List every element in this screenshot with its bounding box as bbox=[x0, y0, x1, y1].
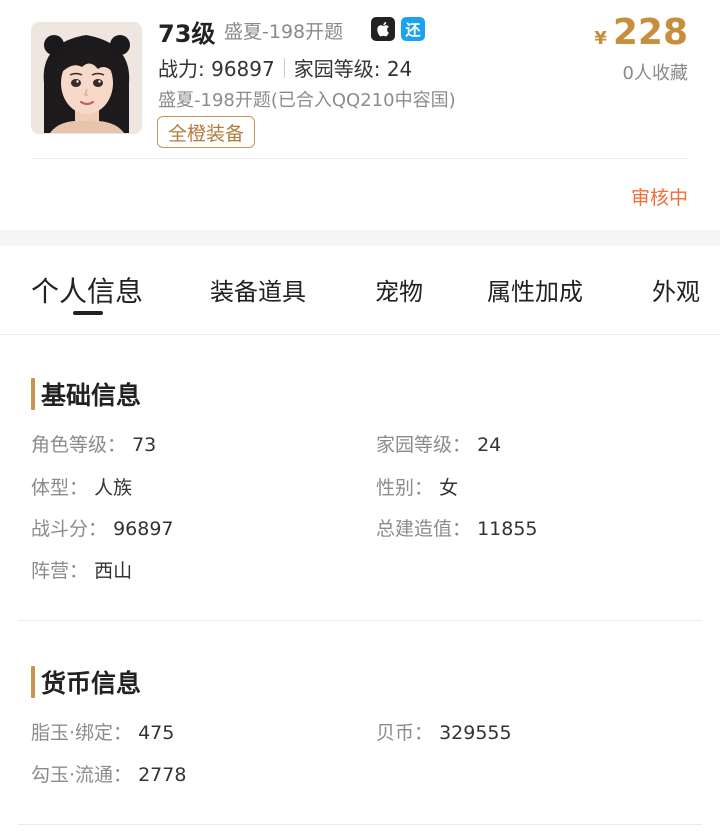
currency-symbol: ¥ bbox=[594, 28, 607, 49]
field-value: 24 bbox=[477, 434, 502, 456]
return-badge: 还 bbox=[401, 17, 425, 41]
field-label: 勾玉·流通： bbox=[31, 764, 133, 786]
tab-appearance[interactable]: 外观 bbox=[652, 272, 700, 307]
field-shell-coin: 贝币： 329555 bbox=[376, 718, 512, 745]
field-value: 2778 bbox=[138, 764, 187, 786]
field-label: 体型： bbox=[31, 477, 89, 499]
power-line: 战力: 96897 家园等级: 24 bbox=[158, 53, 412, 82]
apple-icon bbox=[371, 17, 395, 41]
field-label: 脂玉·绑定： bbox=[31, 722, 133, 744]
favorites-count: 0人收藏 bbox=[622, 63, 688, 84]
field-bound-jade: 脂玉·绑定： 475 bbox=[31, 718, 174, 745]
tab-attributes[interactable]: 属性加成 bbox=[487, 272, 583, 307]
field-label: 战斗分： bbox=[31, 518, 108, 540]
field-value: 女 bbox=[439, 477, 459, 499]
field-label: 总建造值： bbox=[376, 518, 472, 540]
field-build-value: 总建造值： 11855 bbox=[376, 514, 538, 541]
field-faction: 阵营： 西山 bbox=[31, 556, 132, 583]
field-value: 人族 bbox=[94, 477, 133, 499]
listing-detail-page: 73级 盛夏-198开题 还 战力: 96897 家园等级: 24 盛夏-198… bbox=[0, 0, 720, 834]
home-level: 家园等级: 24 bbox=[293, 57, 413, 81]
field-label: 角色等级： bbox=[31, 434, 127, 456]
field-role-level: 角色等级： 73 bbox=[31, 430, 156, 457]
field-value: 11855 bbox=[477, 518, 538, 540]
field-label: 性别： bbox=[376, 477, 434, 499]
role-level: 73级 bbox=[158, 20, 216, 48]
listing-header: 73级 盛夏-198开题 还 战力: 96897 家园等级: 24 盛夏-198… bbox=[0, 0, 720, 230]
field-body-type: 体型： 人族 bbox=[31, 473, 132, 500]
server-merge-info: 盛夏-198开题(已合入QQ210中容国) bbox=[158, 90, 456, 111]
detail-tabs: 个人信息 装备道具 宠物 属性加成 外观 bbox=[0, 246, 720, 335]
field-trade-jade: 勾玉·流通： 2778 bbox=[31, 760, 186, 787]
header-divider bbox=[31, 158, 689, 159]
section-divider bbox=[18, 620, 702, 621]
field-value: 西山 bbox=[94, 560, 133, 582]
price: ¥ 228 bbox=[594, 12, 688, 53]
price-value: 228 bbox=[612, 12, 688, 53]
field-value: 329555 bbox=[439, 722, 512, 744]
field-value: 73 bbox=[132, 434, 157, 456]
field-gender: 性别： 女 bbox=[376, 473, 458, 500]
divider bbox=[283, 57, 285, 78]
tab-pets[interactable]: 宠物 bbox=[375, 272, 423, 307]
server-name: 盛夏-198开题 bbox=[224, 21, 344, 43]
field-label: 阵营： bbox=[31, 560, 89, 582]
basic-info-title: 基础信息 bbox=[31, 376, 141, 412]
equipment-tag: 全橙装备 bbox=[157, 116, 256, 148]
field-label: 家园等级： bbox=[376, 434, 472, 456]
currency-info-title: 货币信息 bbox=[31, 664, 141, 700]
section-divider bbox=[18, 824, 702, 825]
field-home-level: 家园等级： 24 bbox=[376, 430, 501, 457]
review-status: 审核中 bbox=[630, 187, 688, 209]
field-label: 贝币： bbox=[376, 722, 434, 744]
field-battle-score: 战斗分： 96897 bbox=[31, 514, 174, 541]
field-value: 96897 bbox=[113, 518, 174, 540]
combat-power: 战力: 96897 bbox=[158, 57, 275, 81]
section-gap bbox=[0, 230, 720, 246]
active-tab-indicator bbox=[73, 311, 103, 315]
character-avatar[interactable] bbox=[31, 22, 142, 134]
tab-equipment[interactable]: 装备道具 bbox=[210, 272, 306, 307]
tab-personal-info[interactable]: 个人信息 bbox=[31, 270, 143, 310]
field-value: 475 bbox=[138, 722, 175, 744]
